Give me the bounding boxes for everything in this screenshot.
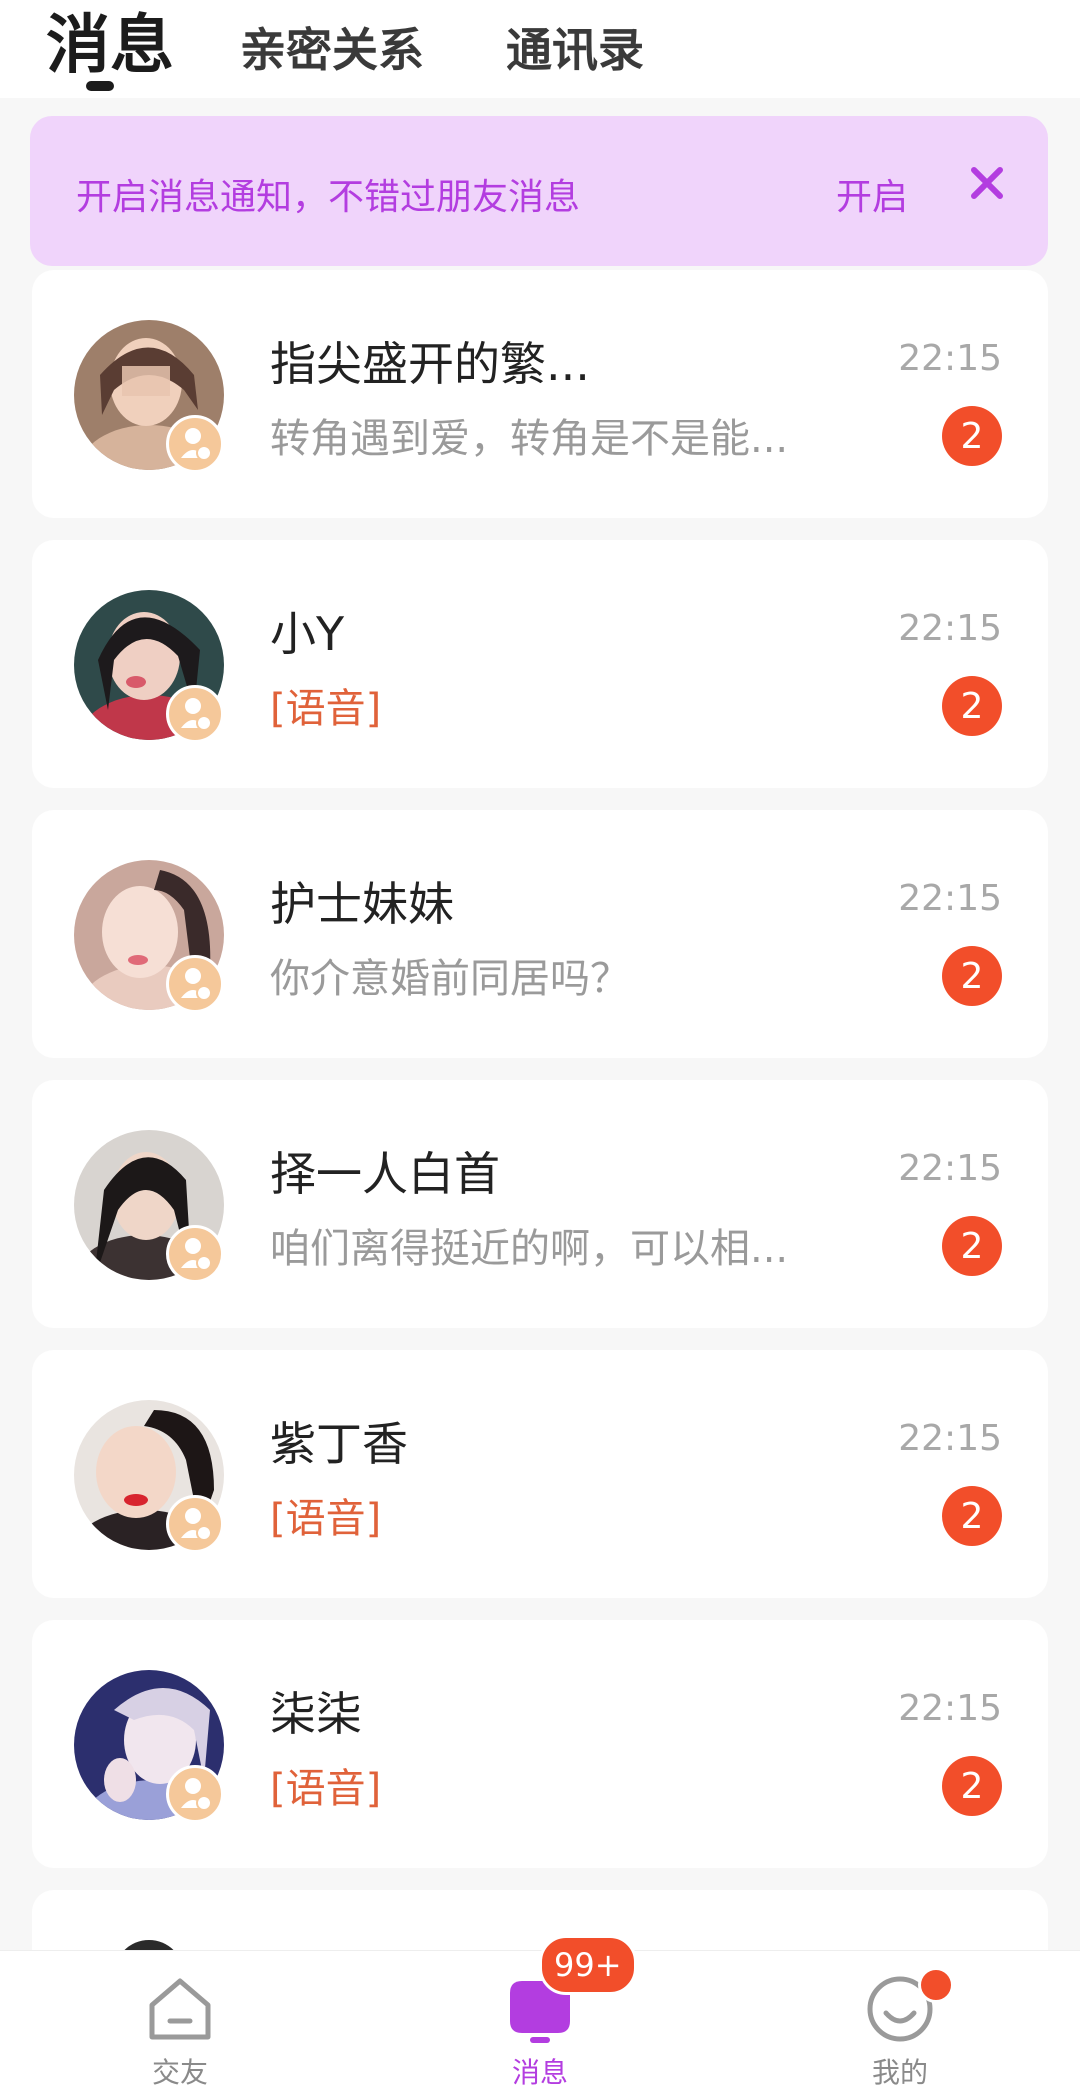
unread-count-badge: 2 [942,676,1002,736]
verified-user-icon [166,1225,224,1283]
nav-label: 消息 [511,2056,568,2089]
verified-user-icon [166,1765,224,1823]
tab-contacts[interactable]: 通讯录 [506,14,644,80]
chat-name: 柒柒 [270,1687,362,1741]
enable-notifications-button[interactable]: 开启 [836,168,908,220]
chat-list-item[interactable]: 紫丁香 [语音] 22:15 2 [32,1350,1048,1598]
unread-count-badge: 2 [942,946,1002,1006]
chat-preview: 转角遇到爱，转角是不是能... [270,416,789,462]
unread-count-badge: 2 [942,1756,1002,1816]
chat-name: 择一人白首 [270,1147,500,1201]
unread-count-badge: 2 [942,406,1002,466]
nav-item-messages[interactable]: 99+ 消息 [440,1935,640,2092]
notification-banner-text: 开启消息通知，不错过朋友消息 [76,177,581,218]
chat-preview-voice: [语音] [270,686,382,732]
notification-banner: 开启消息通知，不错过朋友消息 开启 [30,116,1048,266]
chat-list-item[interactable]: 柒柒 [语音] 22:15 2 [32,1620,1048,1868]
unread-count-badge: 2 [942,1486,1002,1546]
chat-list-item[interactable]: 指尖盛开的繁... 转角遇到爱，转角是不是能... 22:15 2 [32,270,1048,518]
home-icon [144,1973,216,2045]
top-tab-bar: 消息 亲密关系 通讯录 [0,0,1080,98]
verified-user-icon [166,955,224,1013]
nav-item-profile[interactable]: 我的 [800,1951,1000,2092]
chat-list-item[interactable]: 小Y [语音] 22:15 2 [32,540,1048,788]
chat-name: 小Y [270,607,345,661]
bottom-navigation: 交友 99+ 消息 我的 [0,1935,1080,2092]
chat-preview: 你介意婚前同居吗？ [270,956,630,1002]
tab-messages[interactable]: 消息 [46,0,174,86]
chat-preview-voice: [语音] [270,1496,382,1542]
chat-preview-voice: [语音] [270,1766,382,1812]
chat-preview: 咱们离得挺近的啊，可以相... [270,1226,789,1272]
chat-time: 22:15 [898,1418,1002,1459]
chat-name: 护士妹妹 [270,877,454,931]
unread-count-badge: 2 [942,1216,1002,1276]
tab-intimate-relations[interactable]: 亲密关系 [240,14,424,80]
message-count-badge: 99+ [539,1935,637,1995]
chat-name: 指尖盛开的繁... [270,337,590,391]
chat-time: 22:15 [898,608,1002,649]
nav-label: 交友 [151,2056,208,2089]
chat-time: 22:15 [898,1688,1002,1729]
notification-dot [918,1967,954,2003]
chat-name: 紫丁香 [270,1417,408,1471]
tab-active-indicator [86,81,114,91]
chat-time: 22:15 [898,878,1002,919]
close-icon[interactable] [960,156,1014,210]
nav-item-friends[interactable]: 交友 [80,1951,280,2092]
verified-user-icon [166,685,224,743]
chat-list-item[interactable]: 护士妹妹 你介意婚前同居吗？ 22:15 2 [32,810,1048,1058]
verified-user-icon [166,1495,224,1553]
chat-list-item[interactable]: 择一人白首 咱们离得挺近的啊，可以相... 22:15 2 [32,1080,1048,1328]
chat-time: 22:15 [898,338,1002,379]
verified-user-icon [166,415,224,473]
chat-time: 22:15 [898,1148,1002,1189]
nav-label: 我的 [871,2056,928,2089]
